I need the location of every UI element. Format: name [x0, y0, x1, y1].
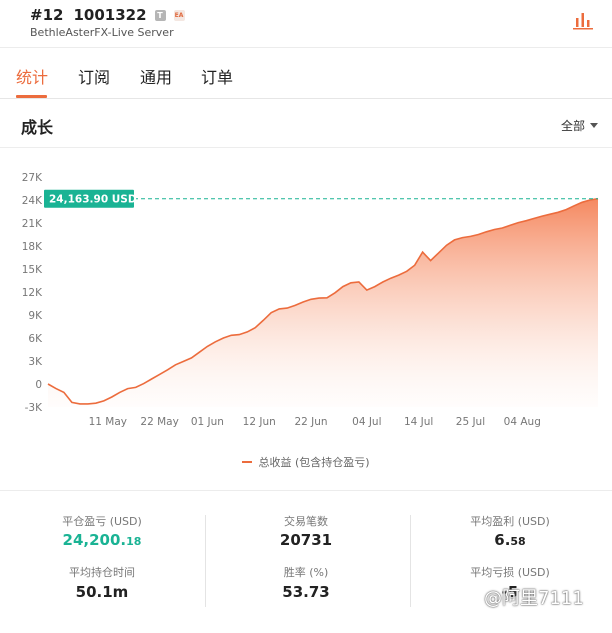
avg-profit-int: 6.	[494, 531, 511, 549]
x-tick-label: 22 May	[140, 416, 178, 428]
x-tick-label: 04 Aug	[504, 416, 541, 428]
y-tick-label: 12K	[22, 287, 43, 299]
bar-chart-icon[interactable]	[572, 12, 594, 30]
legend-label: 总收益 (包含持仓盈亏)	[258, 456, 370, 469]
closed-pnl-dec: 18	[126, 535, 142, 548]
type-t-badge: T	[154, 9, 166, 21]
tab-general[interactable]: 通用	[140, 64, 172, 88]
tab-subscribe[interactable]: 订阅	[78, 64, 110, 88]
tab-bar: 统计 订阅 通用 订单	[0, 48, 612, 99]
section-title: 成长	[21, 118, 54, 137]
trades-value: 20731	[279, 531, 333, 549]
avg-hold-value: 50.1m	[75, 583, 129, 601]
range-dropdown-label: 全部	[561, 119, 586, 133]
stats-panel: 平仓盈亏 (USD) 24,200.18 平均持仓时间 50.1m 交易笔数 2…	[0, 490, 612, 633]
y-tick-label: 6K	[28, 333, 43, 345]
active-tab-indicator	[16, 95, 47, 98]
avg-profit-value: 6.58	[408, 531, 612, 549]
avg-profit-dec: 58	[510, 535, 526, 548]
legend-swatch	[242, 461, 253, 463]
tab-orders[interactable]: 订单	[201, 64, 233, 88]
growth-chart: 27K 24K 21K 18K 15K 12K 9K 6K 3K 0 -3K 11 May 22 Ma…	[22, 172, 599, 428]
current-value-label: 24,163.90 USD	[49, 194, 137, 206]
x-tick-label: 04 Jul	[352, 416, 381, 428]
closed-pnl-label: 平仓盈亏 (USD)	[62, 515, 142, 528]
y-tick-label: 3K	[28, 356, 43, 368]
caret-down-icon	[590, 123, 599, 128]
y-tick-label: 21K	[22, 218, 43, 230]
stats-col-3: 平均盈利 (USD) 6.58 平均亏损 (USD) -5	[408, 491, 612, 633]
y-tick-label: -3K	[25, 402, 43, 414]
ea-badge: EA	[173, 9, 185, 21]
win-rate-label: 胜率 (%)	[283, 566, 329, 579]
y-tick-label: 9K	[28, 310, 43, 322]
y-tick-label: 18K	[22, 241, 43, 253]
account-title: #12 1001322 T EA	[30, 6, 185, 24]
x-tick-label: 01 Jun	[191, 416, 224, 428]
account-rank: #12	[30, 6, 64, 24]
watermark: @阿里7111	[484, 588, 584, 609]
x-tick-label: 12 Jun	[243, 416, 276, 428]
win-rate-value: 53.73	[282, 583, 330, 601]
x-tick-label: 25 Jul	[456, 416, 485, 428]
avg-profit-label: 平均盈利 (USD)	[470, 515, 550, 528]
range-dropdown[interactable]: 全部	[561, 117, 599, 134]
x-tick-label: 14 Jul	[404, 416, 433, 428]
growth-section-header: 成长 全部	[0, 100, 612, 148]
stats-col-2: 交易笔数 20731 胜率 (%) 53.73	[204, 491, 408, 633]
y-tick-label: 24K	[22, 195, 43, 207]
tab-stats[interactable]: 统计	[16, 64, 48, 88]
chart-legend[interactable]: 总收益 (包含持仓盈亏)	[0, 454, 612, 470]
y-tick-label: 27K	[22, 172, 43, 184]
x-tick-label: 11 May	[89, 416, 127, 428]
stats-col-1: 平仓盈亏 (USD) 24,200.18 平均持仓时间 50.1m	[0, 491, 204, 633]
server-name: BethleAsterFX-Live Server	[30, 26, 174, 39]
trades-label: 交易笔数	[284, 515, 328, 528]
y-tick-label: 0	[35, 379, 42, 391]
account-header: #12 1001322 T EA BethleAsterFX-Live Serv…	[0, 0, 612, 48]
series-area	[48, 198, 598, 407]
y-tick-label: 15K	[22, 264, 43, 276]
account-id: 1001322	[73, 6, 147, 24]
avg-loss-label: 平均亏损 (USD)	[470, 566, 550, 579]
avg-hold-label: 平均持仓时间	[69, 566, 135, 579]
x-tick-label: 22 Jun	[294, 416, 327, 428]
closed-pnl-int: 24,200.	[62, 531, 127, 549]
closed-pnl-value: 24,200.18	[0, 531, 204, 549]
